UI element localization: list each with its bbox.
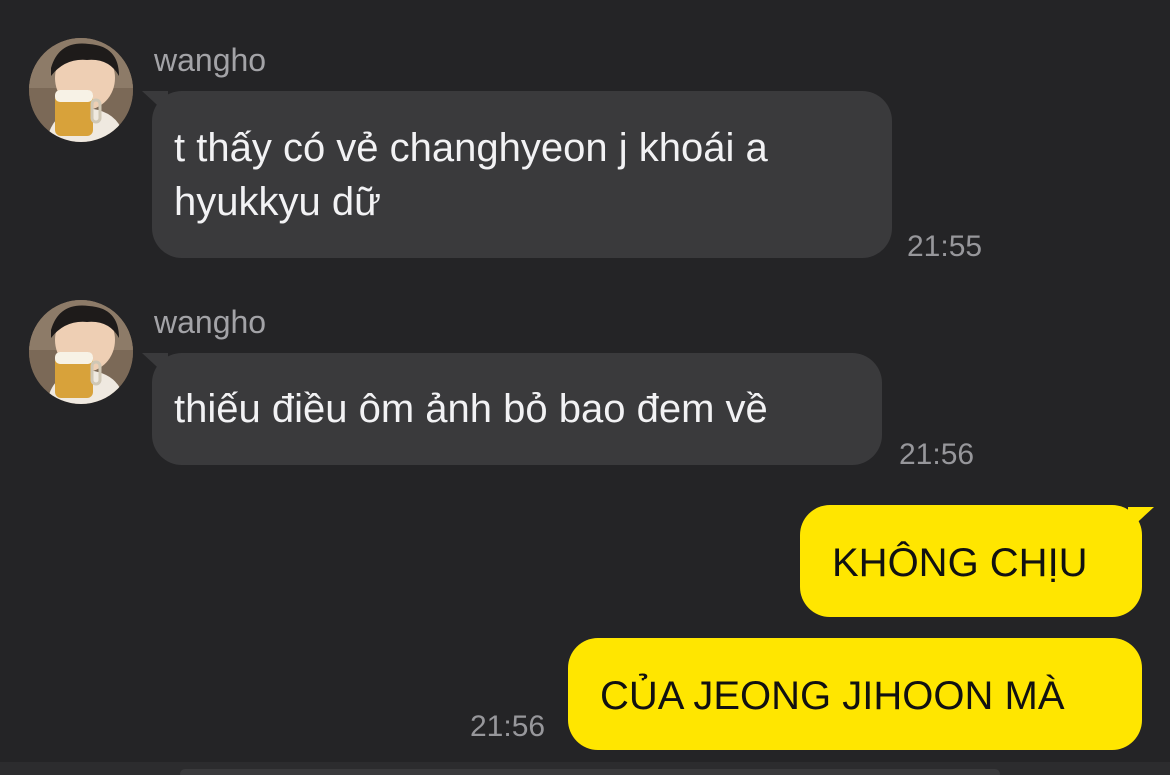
outgoing-message-bubble[interactable]: KHÔNG CHỊU: [800, 505, 1142, 617]
sender-name: wangho: [154, 304, 267, 340]
message-time: 21:56: [899, 438, 975, 471]
message-text: thiếu điều ôm ảnh bỏ bao đem về: [174, 387, 768, 431]
message-text: hyukkyu dữ: [174, 180, 381, 224]
avatar[interactable]: [29, 300, 133, 404]
outgoing-message-bubble[interactable]: CỦA JEONG JIHOON MÀ: [568, 638, 1142, 750]
bubble-tail: [142, 353, 168, 377]
bubble-tail: [142, 91, 168, 115]
message-text: CỦA JEONG JIHOON MÀ: [600, 674, 1065, 718]
message-bubble[interactable]: t thấy có vẻ changhyeon j khoái a hyukky…: [152, 91, 892, 258]
message-time: 21:56: [470, 710, 546, 743]
message-text: t thấy có vẻ changhyeon j khoái a: [174, 126, 768, 170]
bubble-tail: [1128, 507, 1154, 531]
message-input-edge[interactable]: [180, 769, 1000, 775]
sender-name: wangho: [154, 42, 267, 78]
avatar-photo-icon: [29, 38, 133, 142]
message-time: 21:55: [907, 230, 983, 263]
message-text: KHÔNG CHỊU: [832, 541, 1088, 585]
avatar[interactable]: [29, 38, 133, 142]
message-bubble[interactable]: thiếu điều ôm ảnh bỏ bao đem về: [152, 353, 882, 465]
chat-thread: wangho t thấy có vẻ changhyeon j khoái a…: [0, 0, 1170, 775]
avatar-photo-icon: [29, 300, 133, 404]
